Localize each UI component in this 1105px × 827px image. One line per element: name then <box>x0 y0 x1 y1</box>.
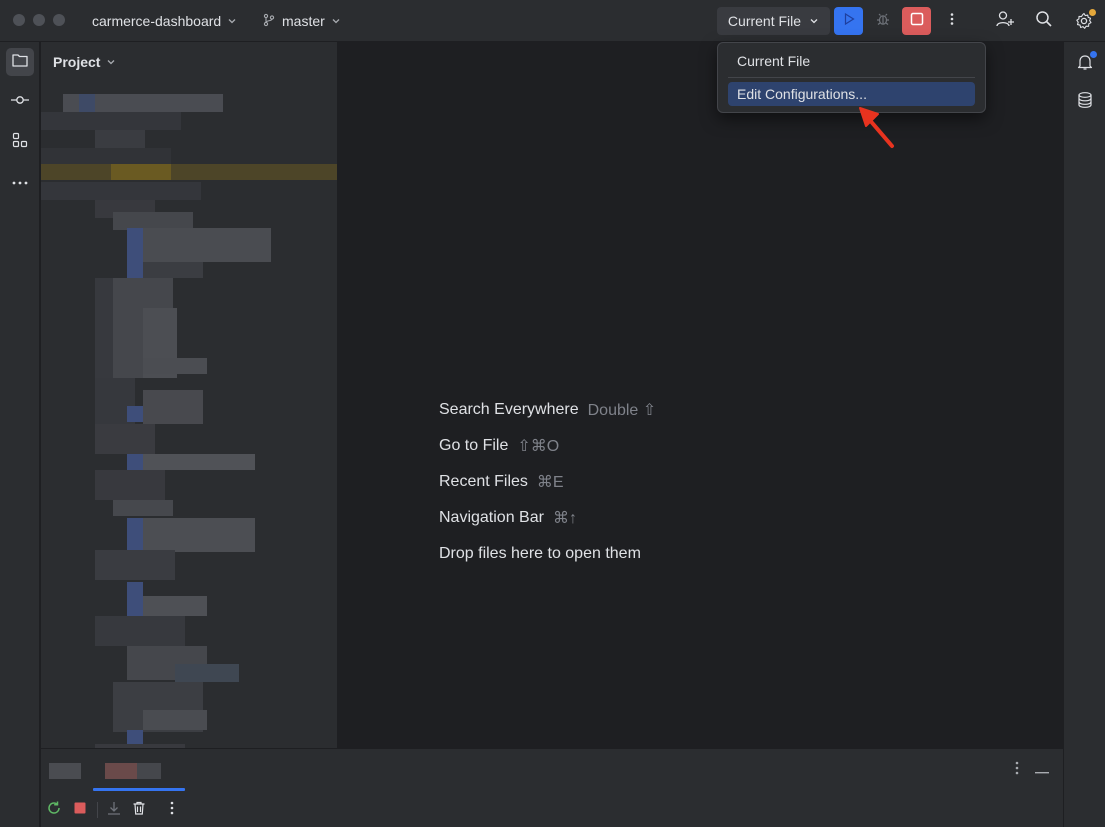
more-actions-button[interactable] <box>937 7 966 35</box>
right-tool-window-bar <box>1063 42 1105 827</box>
bottom-tab-strip <box>41 749 1063 791</box>
active-tab-underline <box>93 788 185 791</box>
more-vertical-icon <box>1015 761 1019 780</box>
hint-shortcut: ⌘E <box>536 474 564 491</box>
hint-action: Drop files here to open them <box>439 545 641 562</box>
project-tree-pixelated[interactable] <box>41 94 337 748</box>
commit-icon <box>10 91 30 114</box>
project-view-selector[interactable]: Project <box>53 54 116 70</box>
structure-tool-window-button[interactable] <box>6 128 34 156</box>
tool-window-options-button[interactable] <box>1007 760 1027 780</box>
empty-editor-hints: Search Everywhere Double ⇧ Go to File ⇧⌘… <box>439 392 656 572</box>
run-configuration-dropdown: Current File Edit Configurations... <box>717 42 986 113</box>
window-close-button[interactable] <box>13 14 25 26</box>
trash-icon <box>131 800 147 821</box>
debug-button[interactable] <box>868 7 897 35</box>
chevron-down-icon <box>106 54 116 70</box>
stop-icon <box>74 801 86 819</box>
settings-update-dot <box>1089 9 1096 16</box>
hint-action: Recent Files <box>439 473 528 490</box>
folder-icon <box>11 51 29 74</box>
hint-search-everywhere: Search Everywhere Double ⇧ <box>439 392 656 428</box>
database-tool-window-button[interactable] <box>1071 88 1099 116</box>
hint-shortcut: ⌘↑ <box>552 510 577 527</box>
run-configuration-selector[interactable]: Current File <box>717 7 830 35</box>
project-tool-window: Project <box>41 42 338 748</box>
vcs-branch-switcher[interactable]: master <box>254 9 349 33</box>
hint-action: Navigation Bar <box>439 509 544 526</box>
rerun-icon <box>46 800 62 821</box>
clear-all-button[interactable] <box>128 799 150 821</box>
search-icon <box>1035 10 1053 33</box>
rerun-button[interactable] <box>43 799 65 821</box>
dropdown-item-label: Edit Configurations... <box>737 86 867 102</box>
play-icon <box>842 12 856 31</box>
hint-navigation-bar: Navigation Bar ⌘↑ <box>439 500 656 536</box>
stop-button[interactable] <box>902 7 931 35</box>
dropdown-item-label: Current File <box>737 53 811 69</box>
window-minimize-button[interactable] <box>33 14 45 26</box>
commit-tool-window-button[interactable] <box>6 88 34 116</box>
title-bar: carmerce-dashboard master Current File <box>0 0 1105 42</box>
hint-recent-files: Recent Files ⌘E <box>439 464 656 500</box>
bell-icon <box>1076 51 1097 71</box>
hint-shortcut: ⇧⌘O <box>517 438 560 455</box>
stop-process-button[interactable] <box>69 799 91 821</box>
stop-icon <box>910 12 924 31</box>
project-tool-window-button[interactable] <box>6 48 34 76</box>
chevron-down-icon <box>809 13 819 29</box>
scroll-to-end-button[interactable] <box>103 799 125 821</box>
more-horizontal-icon <box>11 173 29 191</box>
code-with-me-button[interactable] <box>991 7 1019 35</box>
run-tab-pixelated[interactable] <box>49 763 161 779</box>
annotation-arrow <box>856 104 896 155</box>
dropdown-item-current-file[interactable]: Current File <box>728 49 975 73</box>
settings-button[interactable] <box>1070 7 1098 35</box>
editor-area[interactable]: Search Everywhere Double ⇧ Go to File ⇧⌘… <box>339 42 1062 748</box>
more-vertical-icon <box>170 801 174 820</box>
structure-icon <box>11 131 29 154</box>
branch-name: master <box>282 13 325 29</box>
gear-icon <box>1075 9 1096 30</box>
database-icon <box>1076 91 1094 114</box>
window-zoom-button[interactable] <box>53 14 65 26</box>
more-vertical-icon <box>945 12 959 31</box>
hint-go-to-file: Go to File ⇧⌘O <box>439 428 656 464</box>
add-user-icon <box>995 9 1015 34</box>
project-name: carmerce-dashboard <box>92 13 222 29</box>
run-button[interactable] <box>834 7 863 35</box>
bottom-toolbar <box>41 793 1063 827</box>
more-tool-windows-button[interactable] <box>6 168 34 196</box>
branch-icon <box>262 13 276 30</box>
chevron-down-icon <box>331 13 341 29</box>
hide-tool-window-button[interactable] <box>1031 760 1053 780</box>
hint-action: Search Everywhere <box>439 401 579 418</box>
dropdown-item-edit-configurations[interactable]: Edit Configurations... <box>728 82 975 106</box>
minimize-icon <box>1035 761 1049 779</box>
more-options-button[interactable] <box>161 799 183 821</box>
dropdown-separator <box>728 77 975 78</box>
hint-drop-files: Drop files here to open them <box>439 536 656 572</box>
bug-icon <box>875 11 891 32</box>
notification-dot <box>1090 51 1097 58</box>
project-switcher[interactable]: carmerce-dashboard <box>84 9 245 33</box>
left-tool-window-bar <box>0 42 40 827</box>
notifications-button[interactable] <box>1071 48 1099 76</box>
toolbar-divider <box>97 802 98 818</box>
bottom-tool-window <box>41 748 1063 827</box>
project-panel-title: Project <box>53 54 101 70</box>
search-everywhere-button[interactable] <box>1030 7 1058 35</box>
hint-shortcut: Double ⇧ <box>587 402 657 419</box>
run-config-label: Current File <box>727 13 802 29</box>
scroll-to-end-icon <box>106 800 122 821</box>
hint-action: Go to File <box>439 437 509 454</box>
chevron-down-icon <box>227 13 237 29</box>
